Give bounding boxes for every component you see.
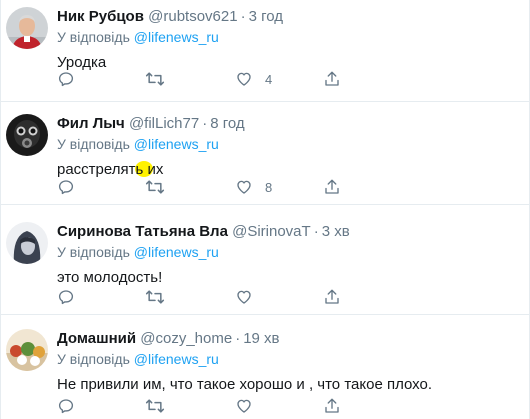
reply-mention-link[interactable]: @lifenews_ru: [134, 136, 219, 152]
retweet-icon: [145, 180, 165, 194]
tweet-actions: [57, 287, 357, 307]
author-name[interactable]: Ник Рубцов: [57, 8, 144, 25]
separator-dot: ·: [313, 223, 319, 240]
share-icon: [325, 398, 339, 413]
reply-button[interactable]: [57, 396, 87, 416]
tweet-time[interactable]: 8 год: [210, 115, 244, 132]
avatar[interactable]: [6, 7, 48, 49]
separator-dot: ·: [202, 115, 208, 132]
reply-prefix: У відповідь: [57, 29, 130, 45]
reply-icon: [58, 180, 74, 195]
reply-button[interactable]: [57, 177, 87, 197]
avatar[interactable]: [6, 329, 48, 371]
tweet-text: это молодость!: [57, 269, 163, 286]
tweet-actions: 4: [57, 69, 357, 89]
tweet[interactable]: Ник Рубцов @rubtsov621 · 3 год У відповідь…: [1, 0, 529, 102]
tweet-actions: 8: [57, 177, 357, 197]
tweet-text: Не привили им, что такое хорошо и , что …: [57, 376, 433, 393]
author-handle[interactable]: @rubtsov621: [148, 8, 237, 25]
author-name[interactable]: Сиринова Татьяна Вла: [57, 223, 228, 240]
tweet-header: Фил Лыч @filLich77 · 8 год: [57, 114, 521, 134]
food-table-avatar-icon: [6, 329, 48, 371]
reply-feed: Ник Рубцов @rubtsov621 · 3 год У відповідь…: [0, 0, 530, 419]
like-button[interactable]: [235, 287, 265, 307]
like-button[interactable]: 8: [235, 177, 272, 197]
separator-dot: ·: [240, 8, 246, 25]
reply-button[interactable]: [57, 287, 87, 307]
gas-mask-avatar-icon: [6, 114, 48, 156]
tweet-header: Ник Рубцов @rubtsov621 · 3 год: [57, 7, 521, 27]
author-name[interactable]: Фил Лыч: [57, 115, 125, 132]
author-handle[interactable]: @cozy_home: [140, 330, 232, 347]
retweet-button[interactable]: [145, 69, 177, 89]
share-icon: [325, 179, 339, 194]
like-button[interactable]: [235, 396, 265, 416]
like-count: 8: [265, 179, 273, 195]
share-button[interactable]: [323, 396, 341, 416]
retweet-button[interactable]: [145, 177, 177, 197]
like-button[interactable]: 4: [235, 69, 272, 89]
avatar[interactable]: [6, 222, 48, 264]
reply-context: У відповідь @lifenews_ru: [57, 135, 521, 154]
share-button[interactable]: [323, 69, 341, 89]
reply-icon: [58, 290, 74, 305]
tweet-time[interactable]: 3 год: [249, 8, 283, 25]
heart-icon: [237, 290, 251, 304]
tweet-time[interactable]: 19 хв: [243, 330, 279, 347]
author-name[interactable]: Домашний: [57, 330, 136, 347]
tweet-header: Сиринова Татьяна Вла @SirinovaT · 3 хв: [57, 222, 521, 242]
retweet-button[interactable]: [145, 396, 177, 416]
reply-context: У відповідь @lifenews_ru: [57, 350, 521, 369]
like-count: 4: [265, 71, 273, 87]
separator-dot: ·: [235, 330, 241, 347]
author-handle[interactable]: @SirinovaT: [232, 223, 311, 240]
reply-icon: [58, 72, 74, 87]
reply-prefix: У відповідь: [57, 244, 130, 260]
reply-mention-link[interactable]: @lifenews_ru: [134, 29, 219, 45]
tweet[interactable]: Домашний @cozy_home · 19 хв У відповідь @l…: [1, 315, 529, 419]
tweet-actions: [57, 396, 357, 416]
tweet[interactable]: Фил Лыч @filLich77 · 8 год У відповідь @li…: [1, 102, 529, 205]
share-button[interactable]: [323, 287, 341, 307]
reply-mention-link[interactable]: @lifenews_ru: [134, 244, 219, 260]
retweet-icon: [145, 290, 165, 304]
tweet-time[interactable]: 3 хв: [322, 223, 350, 240]
heart-icon: [237, 399, 251, 413]
reply-context: У відповідь @lifenews_ru: [57, 28, 521, 47]
reply-mention-link[interactable]: @lifenews_ru: [134, 351, 219, 367]
tweet-header: Домашний @cozy_home · 19 хв: [57, 329, 521, 349]
reply-context: У відповідь @lifenews_ru: [57, 243, 521, 262]
heart-icon: [237, 180, 251, 194]
reply-icon: [58, 399, 74, 414]
share-button[interactable]: [323, 177, 341, 197]
hooded-girl-avatar-icon: [6, 222, 48, 264]
author-handle[interactable]: @filLich77: [129, 115, 199, 132]
reply-prefix: У відповідь: [57, 351, 130, 367]
share-icon: [325, 71, 339, 86]
heart-icon: [237, 72, 251, 86]
retweet-button[interactable]: [145, 287, 177, 307]
share-icon: [325, 289, 339, 304]
reply-prefix: У відповідь: [57, 136, 130, 152]
reply-button[interactable]: [57, 69, 87, 89]
tweet-text: расстрелять их: [57, 161, 164, 178]
man-in-red-jacket-avatar-icon: [6, 7, 48, 49]
retweet-icon: [145, 72, 165, 86]
avatar[interactable]: [6, 114, 48, 156]
retweet-icon: [145, 399, 165, 413]
tweet[interactable]: Сиринова Татьяна Вла @SirinovaT · 3 хв У в…: [1, 205, 529, 315]
